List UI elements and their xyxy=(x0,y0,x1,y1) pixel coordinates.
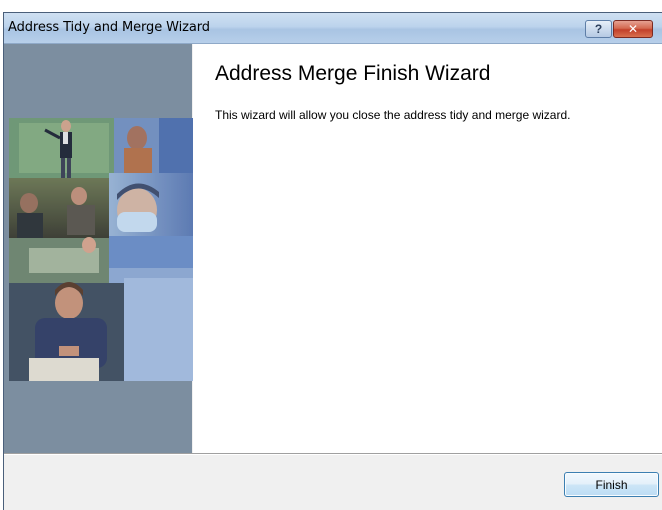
wizard-collage-image xyxy=(9,118,193,381)
finish-button[interactable]: Finish xyxy=(564,472,659,497)
wizard-heading: Address Merge Finish Wizard xyxy=(215,62,491,85)
wizard-footer: Finish xyxy=(4,455,662,510)
wizard-description: This wizard will allow you close the add… xyxy=(215,108,571,122)
help-icon: ? xyxy=(594,22,603,36)
wizard-content: Address Merge Finish Wizard This wizard … xyxy=(193,44,662,453)
help-button[interactable]: ? xyxy=(585,20,612,38)
wizard-window: Address Tidy and Merge Wizard ? ✕ Addres… xyxy=(3,12,662,510)
close-icon: ✕ xyxy=(627,22,639,36)
window-title: Address Tidy and Merge Wizard xyxy=(8,20,210,35)
close-button[interactable]: ✕ xyxy=(613,20,653,38)
wizard-sidebar xyxy=(4,44,193,453)
title-bar[interactable]: Address Tidy and Merge Wizard ? ✕ xyxy=(4,13,662,44)
